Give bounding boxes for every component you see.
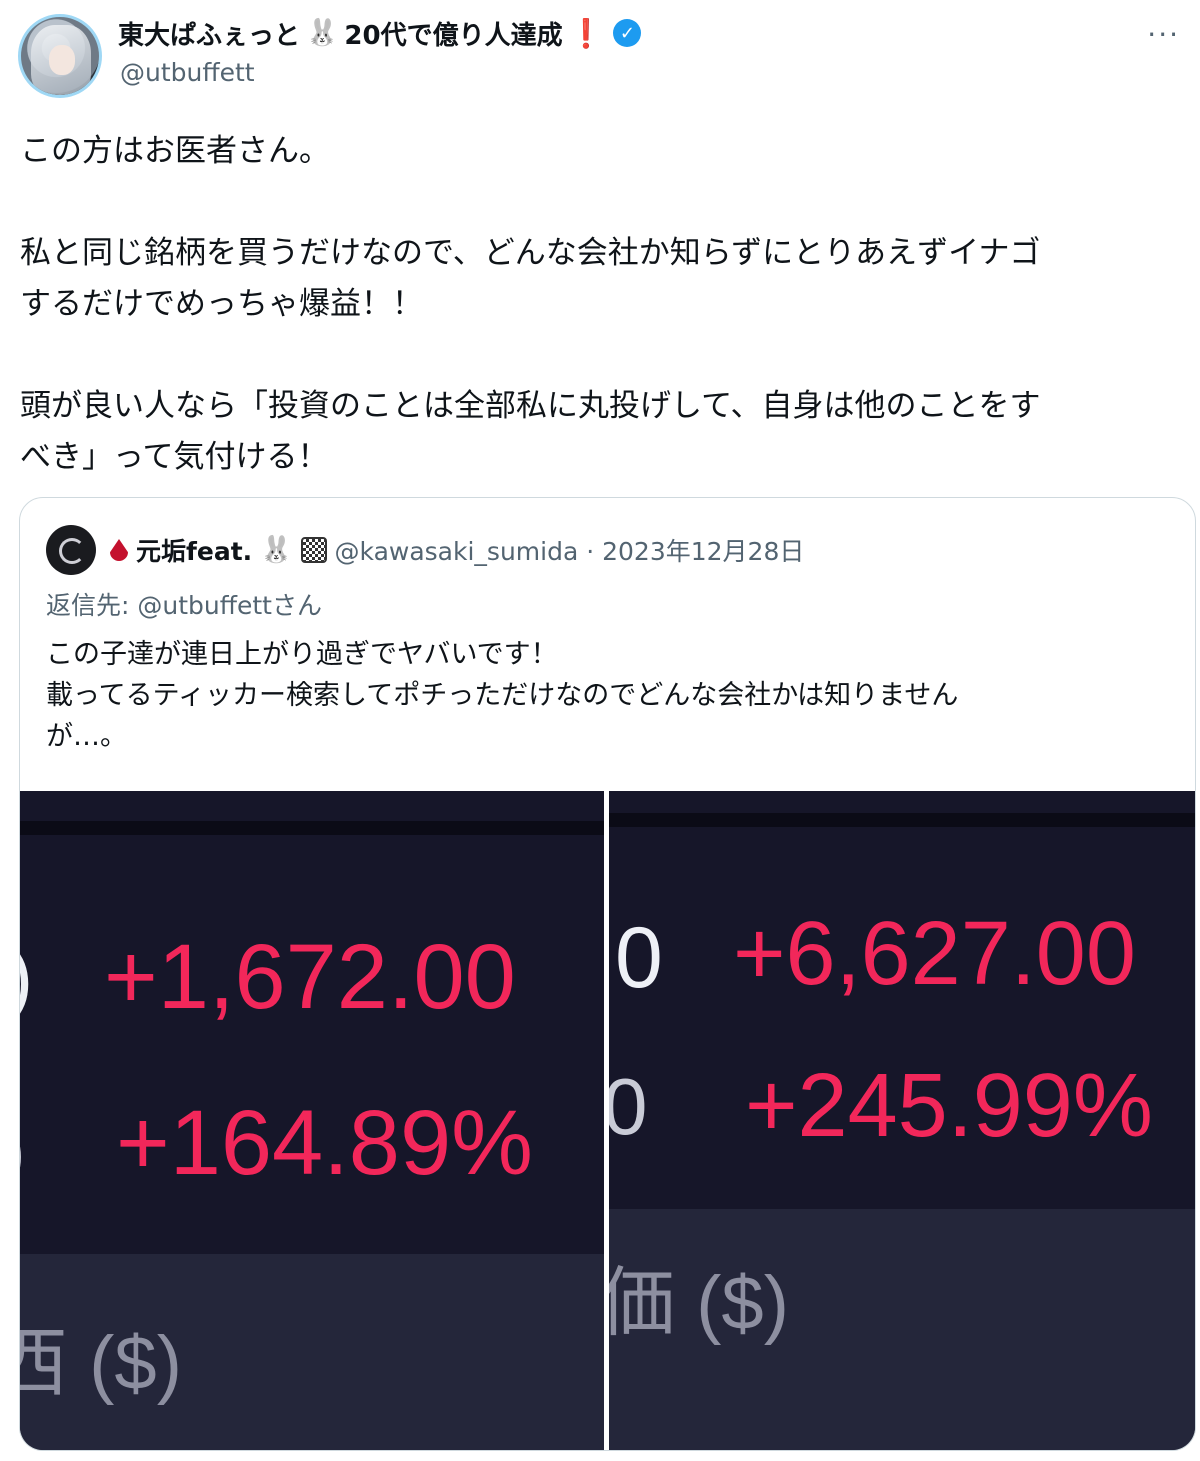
quoted-line: この子達が連日上がり過ぎでヤバいです！ [46, 639, 558, 670]
gain-percent: +245.99% [745, 1056, 1153, 1156]
gain-value: +1,672.00 [104, 926, 516, 1028]
cut-value-bottom: ) [20, 1111, 25, 1191]
author-avatar[interactable] [18, 14, 102, 98]
rabbit-icon: 🐰 [260, 535, 293, 565]
author-name-text: 東大ぱふぇっと [118, 20, 301, 51]
reply-to-label[interactable]: 返信先: @utbuffettさん [46, 586, 322, 622]
price-label: 価 ($) [609, 1261, 789, 1346]
gain-value: +6,627.00 [733, 904, 1136, 1004]
gain-percent: +164.89% [116, 1092, 533, 1194]
tweet-line: 私と同じ銘柄を買うだけなので、どんな会社か知らずにとりあえずイナゴ [20, 235, 1041, 271]
checkered-icon [300, 537, 327, 563]
verified-badge-icon: ✓ [613, 19, 642, 47]
quoted-tweet-text: この子達が連日上がり過ぎでヤバいです！ 載ってるティッカー検索してポチっただけな… [46, 634, 1166, 757]
author-name-suffix: 20代で億り人達成 [344, 20, 563, 51]
avatar-face [49, 45, 75, 75]
tweet-line: 頭が良い人なら「投資のことは全部私に丸投げして、自身は他のことをす [20, 388, 1041, 424]
blood-drop-icon [110, 539, 128, 561]
quoted-avatar[interactable] [46, 525, 96, 575]
tweet-text: この方はお医者さん。 私と同じ銘柄を買うだけなので、どんな会社か知らずにとりあえ… [20, 126, 1190, 483]
exclamation-icon: ❗ [568, 16, 604, 50]
panel-divider [20, 821, 604, 835]
media-image-left[interactable]: ) +1,672.00 ) +164.89% 西 ($) [20, 791, 604, 1450]
quoted-line: が…。 [46, 721, 127, 752]
tweet-line: この方はお医者さん。 [20, 133, 330, 169]
cut-value-top: 0 [615, 910, 663, 1006]
quoted-display-name[interactable]: 元垢feat. [136, 532, 252, 568]
quoted-tweet[interactable]: 元垢feat. 🐰 @kawasaki_sumida · 2023年12月28日… [19, 497, 1196, 1451]
quoted-media: ) +1,672.00 ) +164.89% 西 ($) 0 +6,627.00… [20, 791, 1195, 1450]
tweet-header: 東大ぱふぇっと 🐰 20代で億り人達成 ❗ ✓ @utbuffett ··· [0, 0, 1200, 110]
author-display-name[interactable]: 東大ぱふぇっと 🐰 20代で億り人達成 ❗ ✓ [118, 16, 642, 51]
cut-value-top: ) [20, 931, 33, 1025]
quoted-tweet-header: 元垢feat. 🐰 @kawasaki_sumida · 2023年12月28日 [46, 525, 805, 575]
tweet-line: するだけでめっちゃ爆益！！ [20, 286, 423, 322]
quoted-handle-date[interactable]: @kawasaki_sumida · 2023年12月28日 [335, 532, 805, 568]
media-image-right[interactable]: 0 +6,627.00 0 +245.99% 価 ($) [609, 791, 1195, 1450]
price-label: 西 ($) [20, 1321, 182, 1406]
quoted-line: 載ってるティッカー検索してポチっただけなのでどんな会社かは知りません [46, 680, 959, 711]
rabbit-icon: 🐰 [306, 18, 339, 48]
cut-value-bottom: 0 [609, 1061, 648, 1153]
tweet-line: べき」って気付ける！ [20, 439, 329, 475]
more-options-icon[interactable]: ··· [1147, 18, 1180, 51]
panel-divider [609, 813, 1195, 827]
author-handle[interactable]: @utbuffett [120, 58, 255, 87]
